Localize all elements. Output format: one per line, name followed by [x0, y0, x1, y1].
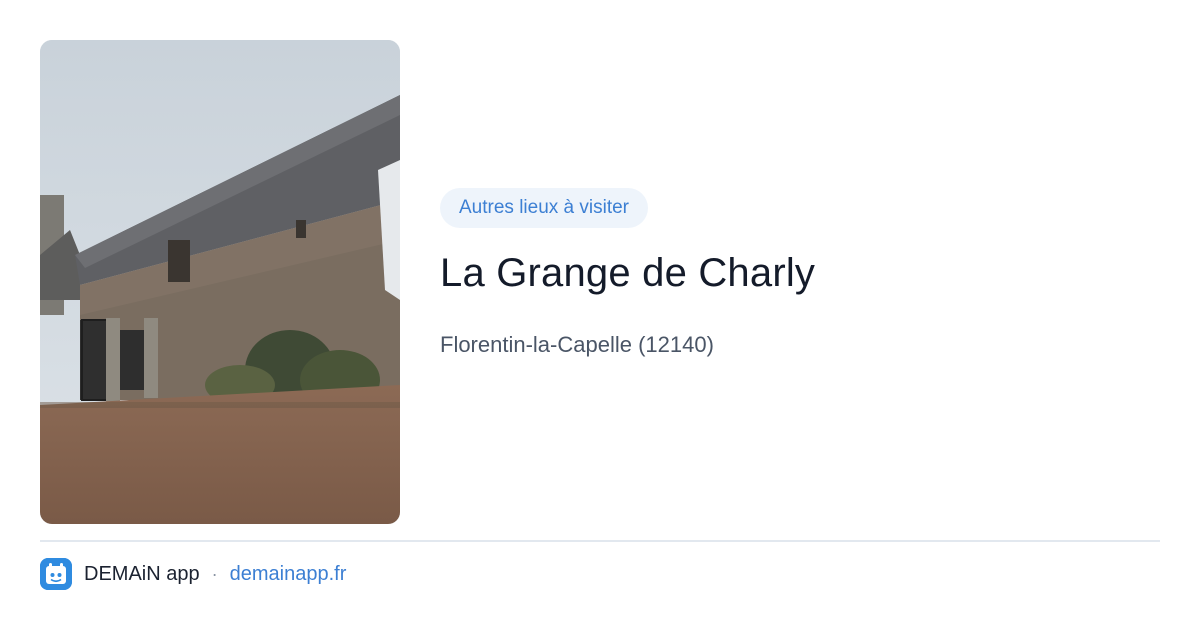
- place-location: Florentin-la-Capelle (12140): [440, 332, 714, 357]
- stone-barn-illustration: [40, 40, 400, 524]
- app-website-link[interactable]: demainapp.fr: [230, 563, 347, 586]
- footer-divider: [40, 540, 1160, 542]
- place-details: Autres lieux à visiter La Grange de Char…: [440, 188, 1160, 358]
- place-photo: [40, 40, 400, 524]
- footer-separator: ·: [211, 563, 218, 584]
- app-name: DEMAiN app: [84, 562, 200, 585]
- place-title: La Grange de Charly: [440, 251, 816, 295]
- footer: DEMAiN app · demainapp.fr: [40, 558, 346, 590]
- category-badge[interactable]: Autres lieux à visiter: [440, 188, 649, 228]
- demain-app-logo-icon: [40, 558, 72, 590]
